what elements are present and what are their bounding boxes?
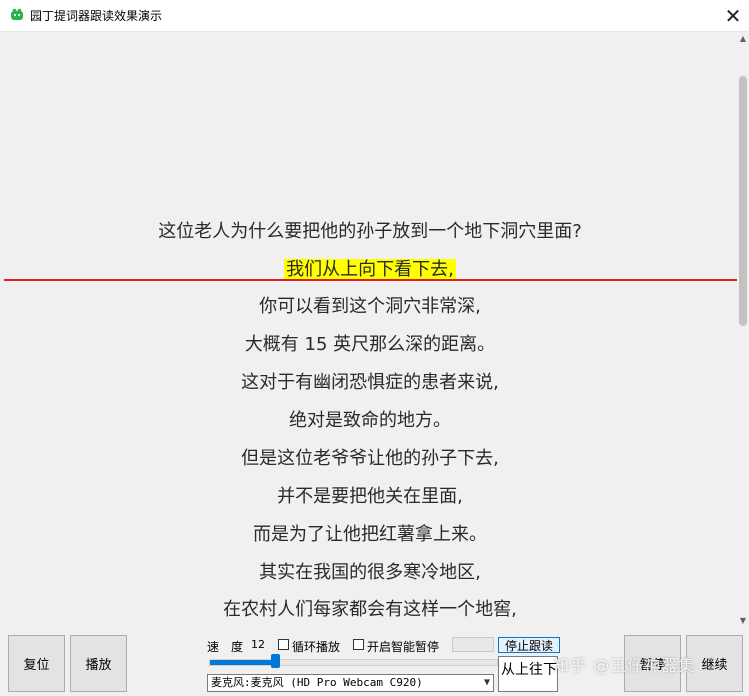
vertical-scrollbar[interactable]: ▲ ▼ <box>737 32 749 628</box>
watermark-text: 知乎 @王仔神器集 <box>553 656 696 675</box>
close-button[interactable]: ✕ <box>717 0 749 31</box>
speed-slider[interactable] <box>209 659 498 666</box>
window-title: 园丁提词器跟读效果演示 <box>30 9 163 23</box>
text-line: 在农村人们每家都会有这样一个地窖, <box>223 599 517 620</box>
loop-checkbox[interactable] <box>278 639 289 650</box>
scroll-thumb[interactable] <box>739 76 747 326</box>
text-line: 这对于有幽闭恐惧症的患者来说, <box>241 372 499 393</box>
reading-guide-line <box>4 279 749 281</box>
text-line: 大概有 15 英尺那么深的距离。 <box>244 334 496 355</box>
text-line: 其实在我国的很多寒冷地区, <box>259 562 481 583</box>
app-icon <box>11 8 23 20</box>
loop-label: 循环播放 <box>292 640 341 654</box>
microphone-select-value: 麦克风:麦克风 (HD Pro Webcam C920) <box>211 676 423 689</box>
scroll-down-icon[interactable]: ▼ <box>737 614 749 628</box>
scroll-up-icon[interactable]: ▲ <box>737 32 749 46</box>
title-bar: 园丁提词器跟读效果演示 ✕ <box>0 0 749 32</box>
reset-button[interactable]: 复位 <box>8 635 65 692</box>
text-line: 但是这位老爷爷让他的孙子下去, <box>241 448 499 469</box>
blank-field <box>452 637 494 652</box>
teleprompter-text-area: 这位老人为什么要把他的孙子放到一个地下洞穴里面? 我们从上向下看下去, 你可以看… <box>3 32 737 628</box>
text-line: 而是为了让他把红薯拿上来。 <box>253 524 487 545</box>
current-line-highlight: 我们从上向下看下去, <box>284 259 456 280</box>
text-line: 这位老人为什么要把他的孙子放到一个地下洞穴里面? <box>158 221 582 242</box>
microphone-select[interactable]: 麦克风:麦克风 (HD Pro Webcam C920) ▼ <box>207 674 494 692</box>
text-line: 绝对是致命的地方。 <box>289 410 451 431</box>
chevron-down-icon: ▼ <box>483 677 490 688</box>
close-icon: ✕ <box>724 3 742 28</box>
direction-value: 从上往下 <box>501 662 557 678</box>
text-line: 并不是要把他关在里面, <box>277 486 463 507</box>
smart-pause-label: 开启智能暂停 <box>367 640 440 654</box>
play-button[interactable]: 播放 <box>70 635 127 692</box>
stop-follow-button[interactable]: 停止跟读 <box>498 637 560 653</box>
speed-slider-fill <box>210 660 276 665</box>
text-line: 你可以看到这个洞穴非常深, <box>259 296 481 317</box>
speed-label: 速 度 <box>207 640 244 654</box>
direction-field[interactable]: 从上往下 <box>498 656 558 692</box>
speed-slider-thumb[interactable] <box>271 654 280 668</box>
speed-value: 12 <box>251 638 265 651</box>
smart-pause-checkbox[interactable] <box>353 639 364 650</box>
